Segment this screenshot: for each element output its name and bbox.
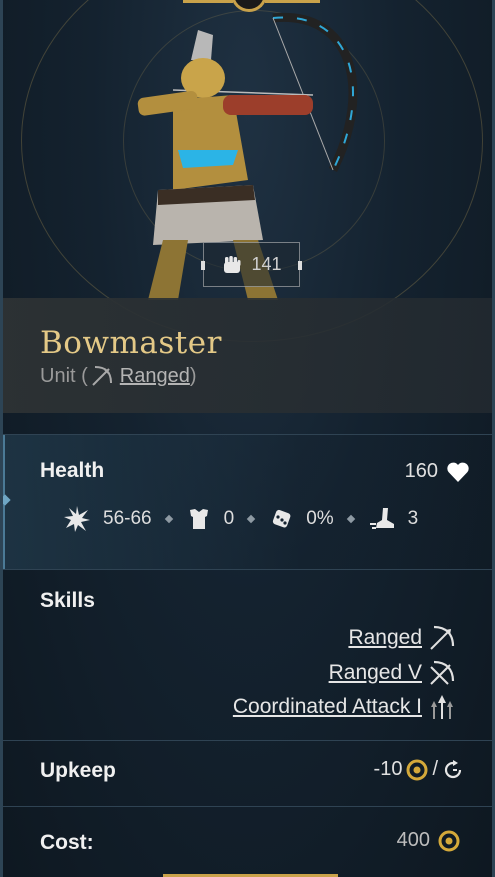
- heart-icon: [446, 461, 470, 483]
- defense-stat: 0: [186, 506, 235, 532]
- unit-type-suffix: ): [189, 364, 197, 387]
- skill-coordinated-attack[interactable]: Coordinated Attack I: [233, 693, 456, 721]
- unit-type-link[interactable]: Ranged: [120, 365, 190, 388]
- unit-type-prefix: Unit (: [40, 364, 88, 387]
- dice-icon: [268, 506, 294, 532]
- divider: [3, 740, 492, 741]
- boot-icon: [368, 506, 396, 532]
- divider: [3, 569, 492, 570]
- ranged-icon: [90, 364, 114, 388]
- upkeep-value: -10 /: [374, 758, 464, 781]
- cost-label: Cost:: [40, 831, 94, 854]
- power-badge: 141: [201, 242, 302, 287]
- movement-value: 3: [407, 508, 419, 529]
- stat-separator: [164, 514, 173, 524]
- damage-stat: 56-66: [63, 505, 152, 533]
- skill-label[interactable]: Coordinated Attack I: [233, 695, 422, 719]
- health-number: 160: [404, 460, 438, 482]
- defense-value: 0: [223, 508, 235, 529]
- health-value: 160: [405, 460, 470, 483]
- armor-icon: [186, 506, 212, 532]
- skill-ranged[interactable]: Ranged: [348, 624, 456, 652]
- upkeep-separator: /: [432, 758, 438, 780]
- cost-number: 400: [396, 829, 430, 851]
- ranged-icon: [428, 624, 456, 652]
- unit-card: 141 Bowmaster Unit ( Ranged ) Health 160: [0, 0, 495, 877]
- unit-name: Bowmaster: [40, 325, 222, 361]
- skill-label[interactable]: Ranged: [348, 626, 422, 650]
- health-label: Health: [40, 459, 105, 482]
- fist-icon: [221, 254, 243, 276]
- damage-burst-icon: [63, 505, 91, 533]
- skill-ranged-v[interactable]: Ranged V: [329, 659, 456, 687]
- stat-separator: [346, 514, 355, 524]
- upkeep-number: -10: [373, 758, 403, 780]
- gold-coin-icon: [406, 759, 428, 781]
- stat-separator: [246, 514, 256, 524]
- coordinated-attack-icon: [428, 693, 456, 721]
- cost-value: 400: [397, 829, 460, 852]
- power-value: 141: [251, 254, 282, 274]
- damage-value: 56-66: [103, 508, 152, 529]
- skill-label[interactable]: Ranged V: [329, 661, 422, 685]
- turn-icon: [442, 759, 464, 781]
- unit-type: Unit ( Ranged ): [40, 364, 197, 388]
- chance-stat: 0%: [268, 506, 334, 532]
- skills-label: Skills: [40, 589, 95, 612]
- divider: [3, 806, 492, 807]
- stats-row: 56-66 0 0% 3: [63, 505, 418, 533]
- ranged-v-icon: [428, 659, 456, 687]
- health-section: [3, 435, 492, 569]
- chance-value: 0%: [306, 508, 334, 529]
- movement-stat: 3: [368, 506, 419, 532]
- gold-coin-icon: [438, 830, 460, 852]
- upkeep-label: Upkeep: [40, 759, 116, 782]
